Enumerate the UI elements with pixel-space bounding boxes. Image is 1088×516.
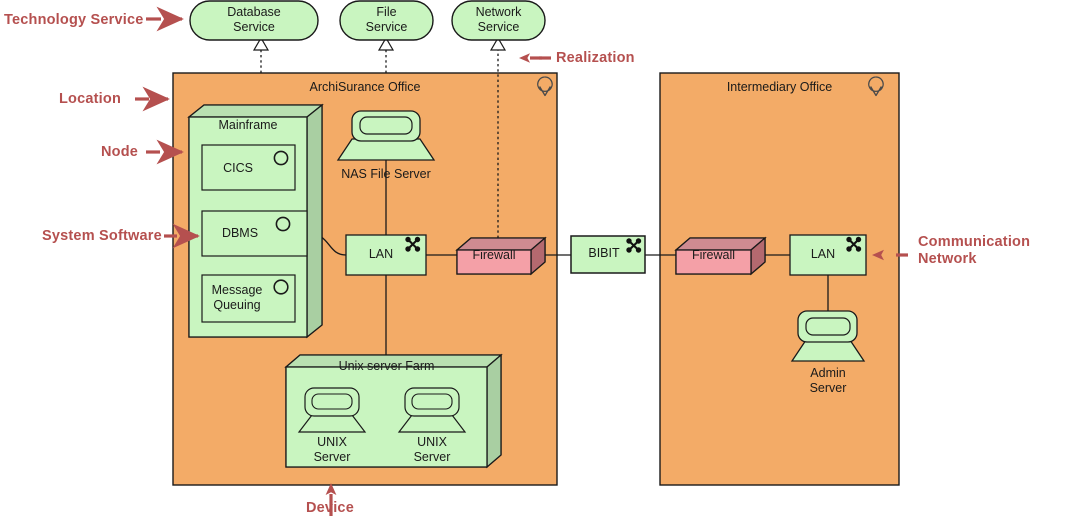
- annotation-system-software: System Software: [42, 228, 162, 244]
- annotation-communication-network: Communication Network: [918, 234, 1031, 267]
- network-bibit[interactable]: [570, 235, 646, 274]
- location-archisurance-office-label: ArchiSurance Office: [309, 80, 421, 94]
- service-database-service[interactable]: [189, 0, 319, 41]
- service-network-service[interactable]: [451, 0, 546, 41]
- location-intermediary-office-label: Intermediary Office: [726, 80, 833, 94]
- network-lan-right[interactable]: [789, 234, 867, 276]
- annotation-realization: Realization: [556, 50, 635, 66]
- node-firewall-left[interactable]: [455, 236, 547, 276]
- device-admin-server[interactable]: [790, 310, 866, 362]
- system-software-dbms[interactable]: [201, 210, 308, 257]
- device-nas-file-server[interactable]: [336, 110, 436, 161]
- annotation-location: Location: [59, 91, 122, 107]
- system-software-cics[interactable]: [201, 144, 296, 191]
- network-lan-left[interactable]: [345, 234, 427, 276]
- service-file-service[interactable]: [339, 0, 434, 41]
- location-intermediary-office[interactable]: [659, 72, 900, 486]
- system-software-message-queuing[interactable]: [201, 274, 296, 323]
- device-unix-server-2[interactable]: [397, 387, 467, 433]
- annotation-node: Node: [101, 144, 139, 160]
- archimate-technology-diagram: Database Service File Service Network Servi…: [0, 0, 1088, 516]
- annotation-technology-service: Technology Service: [4, 12, 144, 28]
- device-unix-server-1[interactable]: [297, 387, 367, 433]
- annotation-device: Device: [306, 500, 354, 516]
- node-firewall-right[interactable]: [674, 236, 767, 276]
